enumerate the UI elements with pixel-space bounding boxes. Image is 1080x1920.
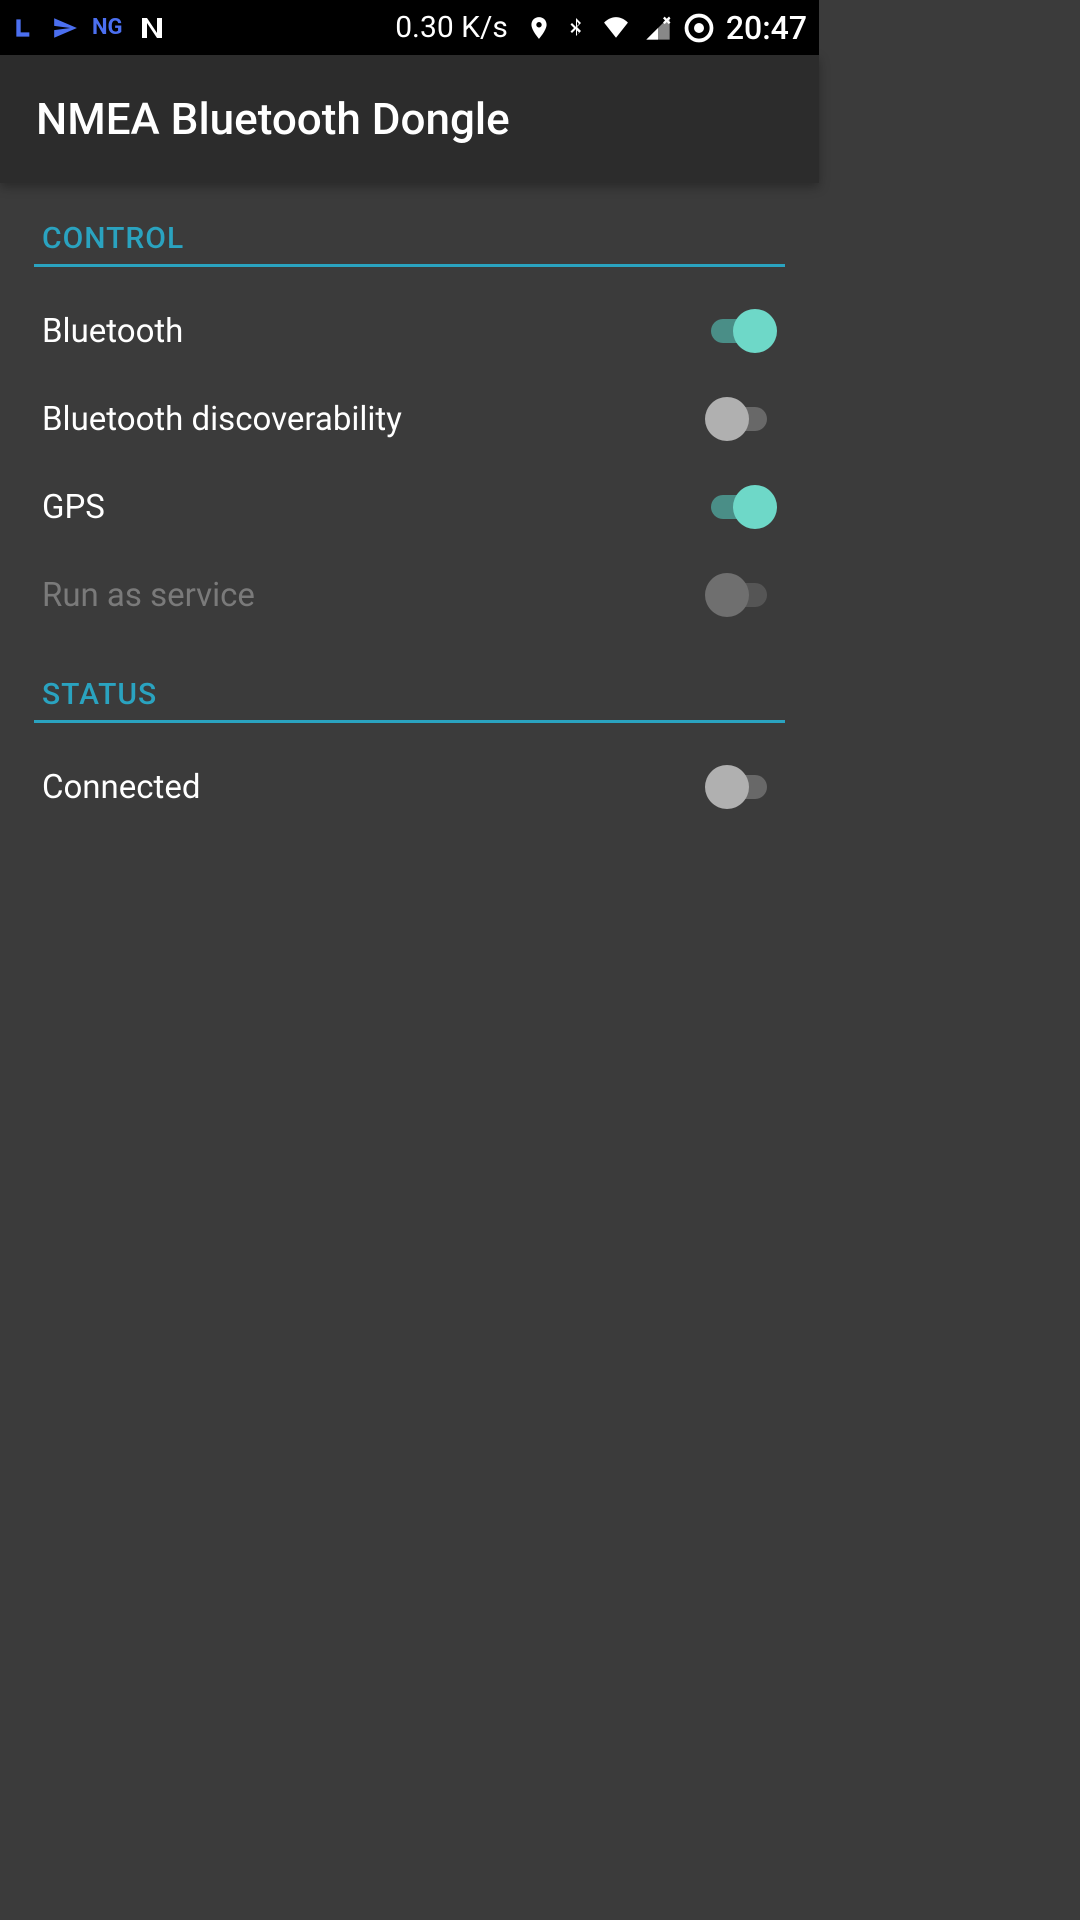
section-header-control: CONTROL <box>34 183 785 267</box>
location-pin-icon <box>526 13 552 43</box>
status-bar-left: NG <box>12 13 167 43</box>
settings-content: CONTROL Bluetooth Bluetooth discoverabil… <box>0 183 819 831</box>
setting-label: Run as service <box>42 576 255 615</box>
switch-gps[interactable] <box>705 485 777 529</box>
ng-indicator: NG <box>92 15 123 40</box>
nougat-icon <box>137 13 167 43</box>
switch-run-as-service <box>705 573 777 617</box>
clock: 20:47 <box>726 9 807 47</box>
setting-row-bluetooth[interactable]: Bluetooth <box>34 287 785 375</box>
setting-row-run-as-service: Run as service <box>34 551 785 639</box>
wifi-icon <box>600 15 632 41</box>
app-indicator-icon <box>12 15 38 41</box>
setting-row-connected[interactable]: Connected <box>34 743 785 831</box>
setting-label: Connected <box>42 768 200 807</box>
section-header-status: STATUS <box>34 639 785 723</box>
target-icon <box>684 13 714 43</box>
status-bar-right: 0.30 K/s 20:47 <box>395 9 807 47</box>
switch-bluetooth-discoverability[interactable] <box>705 397 777 441</box>
network-speed: 0.30 K/s <box>395 10 508 45</box>
setting-label: GPS <box>42 488 105 527</box>
app-title: NMEA Bluetooth Dongle <box>36 93 510 145</box>
android-status-bar: NG 0.30 K/s 20:47 <box>0 0 819 55</box>
bluetooth-icon <box>564 13 588 43</box>
setting-row-gps[interactable]: GPS <box>34 463 785 551</box>
switch-connected[interactable] <box>705 765 777 809</box>
setting-row-bluetooth-discoverability[interactable]: Bluetooth discoverability <box>34 375 785 463</box>
setting-label: Bluetooth <box>42 312 183 351</box>
location-send-icon <box>52 15 78 41</box>
switch-bluetooth[interactable] <box>705 309 777 353</box>
app-header: NMEA Bluetooth Dongle <box>0 55 819 183</box>
cellular-signal-icon <box>644 14 672 42</box>
setting-label: Bluetooth discoverability <box>42 400 402 439</box>
